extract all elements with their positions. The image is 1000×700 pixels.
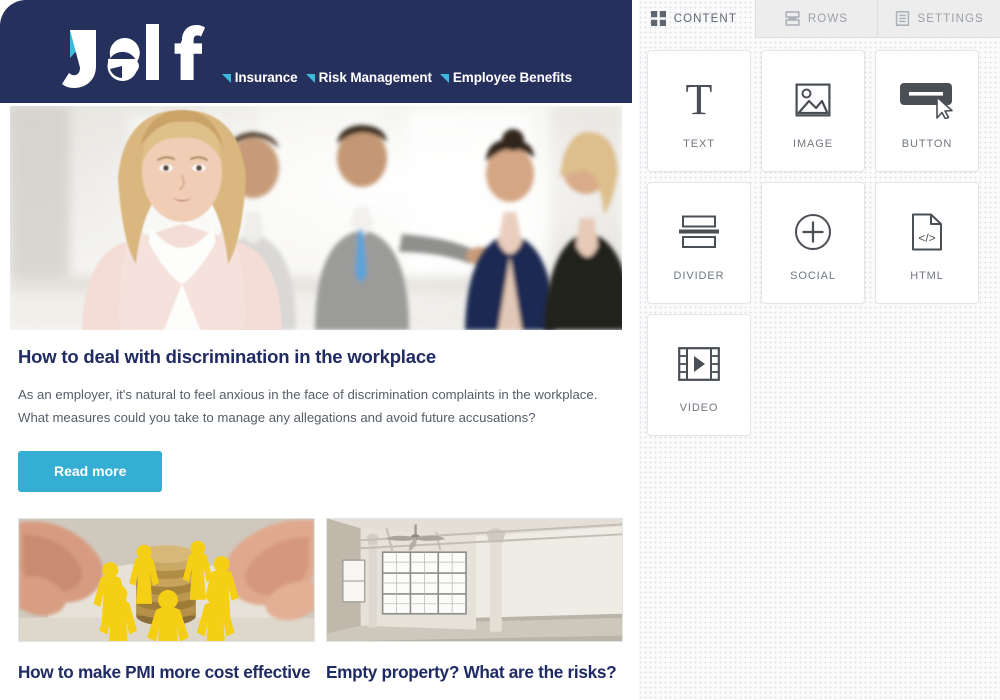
- nav-item-label: Risk Management: [318, 70, 432, 85]
- teaser-headline[interactable]: Empty property? What are the risks?: [326, 662, 623, 683]
- tile-label: VIDEO: [679, 402, 719, 414]
- sidebar-tabs: CONTENT ROWS SETTINGS: [633, 0, 1000, 38]
- triangle-bullet-icon: [305, 74, 315, 83]
- article-block[interactable]: How to deal with discrimination in the w…: [0, 330, 632, 493]
- email-canvas[interactable]: Insurance Risk Management Employee Benef…: [0, 0, 632, 700]
- tile-label: BUTTON: [901, 138, 953, 150]
- tile-label: IMAGE: [793, 138, 833, 150]
- tab-label: CONTENT: [673, 12, 737, 25]
- jelf-logo: [62, 18, 212, 90]
- tile-text[interactable]: T TEXT: [647, 50, 751, 172]
- tab-label: SETTINGS: [917, 12, 984, 25]
- rows-icon: [785, 11, 800, 26]
- video-film-icon: [678, 336, 720, 392]
- triangle-bullet-icon: [439, 74, 449, 83]
- tile-label: DIVIDER: [673, 270, 725, 282]
- email-nav: Insurance Risk Management Employee Benef…: [214, 70, 572, 85]
- teaser-pmi[interactable]: How to make PMI more cost effective: [18, 518, 315, 683]
- nav-item-label: Insurance: [234, 70, 298, 85]
- teaser-row: How to make PMI more cost effective Empt…: [0, 492, 632, 683]
- image-icon: [795, 72, 831, 128]
- read-more-button[interactable]: Read more: [18, 451, 163, 493]
- settings-document-icon: [895, 11, 910, 26]
- tile-divider[interactable]: DIVIDER: [647, 182, 751, 304]
- teaser-empty-property[interactable]: Empty property? What are the risks?: [326, 518, 623, 683]
- tile-social[interactable]: SOCIAL: [761, 182, 865, 304]
- tab-rows[interactable]: ROWS: [754, 0, 878, 38]
- code-file-icon: </>: [911, 204, 943, 260]
- tab-content[interactable]: CONTENT: [633, 0, 755, 38]
- teaser-headline[interactable]: How to make PMI more cost effective: [18, 662, 315, 683]
- triangle-bullet-icon: [221, 74, 231, 83]
- nav-item-label: Employee Benefits: [452, 70, 572, 85]
- nav-item-employee-benefits[interactable]: Employee Benefits: [439, 70, 572, 85]
- grid-icon: [650, 11, 666, 26]
- tile-label: HTML: [910, 270, 944, 282]
- nav-item-insurance[interactable]: Insurance: [221, 70, 298, 85]
- plus-circle-icon: [794, 204, 832, 260]
- teaser-image-loft[interactable]: [326, 518, 623, 643]
- teaser-image-coins[interactable]: [18, 518, 315, 643]
- email-builder-app: Insurance Risk Management Employee Benef…: [0, 0, 1000, 700]
- tile-button[interactable]: BUTTON: [875, 50, 979, 172]
- tile-video[interactable]: VIDEO: [647, 314, 751, 436]
- text-t-icon: T: [679, 72, 719, 128]
- content-tile-grid: T TEXT IMAGE BUTTON DIVIDER SOCIAL </> H…: [633, 38, 1000, 436]
- builder-sidebar: CONTENT ROWS SETTINGS T TEXT IMAGE BUTTO…: [632, 0, 1000, 700]
- tab-settings[interactable]: SETTINGS: [877, 0, 1000, 38]
- article-body: As an employer, it's natural to feel anx…: [18, 387, 598, 425]
- tile-html[interactable]: </> HTML: [875, 182, 979, 304]
- button-cursor-icon: [899, 72, 955, 128]
- hero-image[interactable]: [10, 106, 622, 330]
- divider-icon: [679, 204, 719, 260]
- tile-label: TEXT: [683, 138, 715, 150]
- email-template: Insurance Risk Management Employee Benef…: [0, 0, 632, 684]
- email-header[interactable]: Insurance Risk Management Employee Benef…: [0, 0, 632, 103]
- tile-label: SOCIAL: [790, 270, 836, 282]
- svg-text:T: T: [686, 78, 713, 122]
- tab-label: ROWS: [807, 12, 849, 25]
- article-headline: How to deal with discrimination in the w…: [18, 346, 437, 367]
- tile-image[interactable]: IMAGE: [761, 50, 865, 172]
- nav-item-risk-management[interactable]: Risk Management: [305, 70, 432, 85]
- svg-text:</>: </>: [918, 231, 935, 245]
